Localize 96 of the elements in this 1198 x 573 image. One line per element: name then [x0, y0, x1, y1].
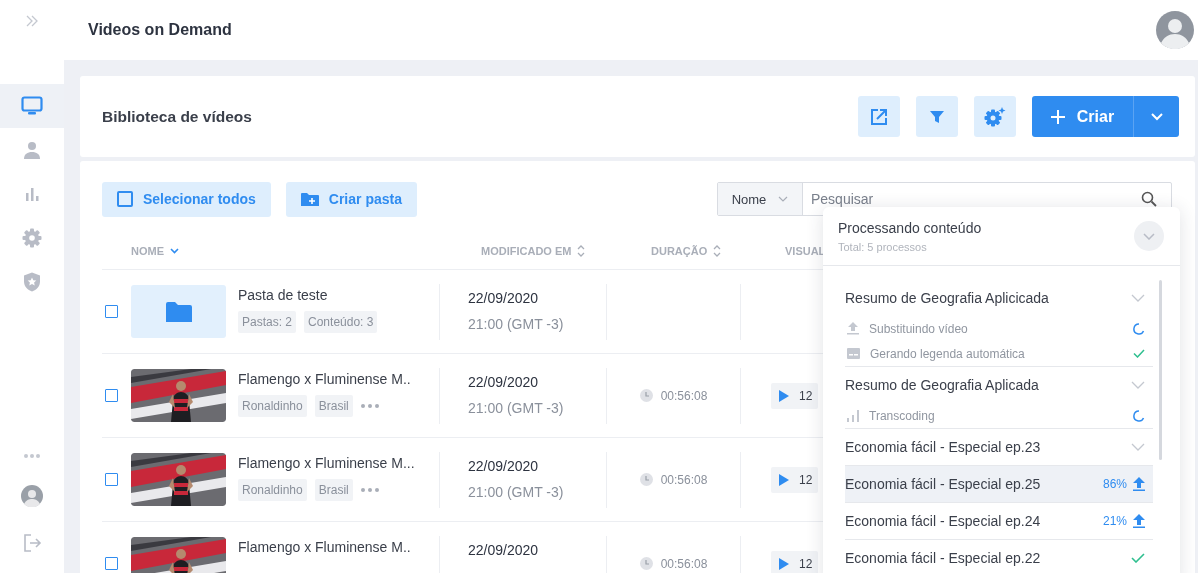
process-title: Economia fácil - Especial ep.22 — [845, 550, 1041, 566]
filter-icon — [929, 108, 945, 125]
person-icon — [23, 141, 41, 159]
view-count: 12 — [799, 556, 813, 571]
process-step: Substituindo vídeo — [869, 321, 968, 336]
process-row[interactable]: Economia fácil - Especial ep.23 — [845, 429, 1153, 465]
more-icon[interactable] — [23, 453, 41, 459]
clock-icon — [639, 557, 653, 570]
check-icon — [1131, 553, 1145, 563]
more-icon[interactable] — [360, 487, 379, 492]
process-row[interactable]: Resumo de Geografia Aplicada — [845, 367, 1153, 403]
external-link-icon — [869, 106, 889, 127]
nav-item[interactable] — [0, 84, 64, 128]
row-checkbox[interactable] — [105, 389, 118, 402]
settings-icon — [22, 228, 42, 248]
shield-icon — [23, 272, 41, 292]
chevron-down-icon — [1143, 232, 1155, 240]
row-checkbox[interactable] — [105, 305, 118, 318]
modified-time: 21:00 (GMT -3) — [468, 483, 565, 500]
signal-bars-icon — [847, 409, 859, 422]
chevron-down-icon — [1150, 112, 1163, 121]
process-row[interactable]: Economia fácil - Especial ep.25 86% — [845, 466, 1153, 502]
play-icon — [779, 389, 789, 402]
view-count: 12 — [799, 388, 813, 403]
process-step: Gerando legenda automática — [870, 346, 1025, 361]
tag: Pastas: 2 — [238, 310, 297, 333]
clock-icon — [639, 473, 653, 486]
process-title: Resumo de Geografia Aplicicada — [845, 290, 1049, 306]
export-button[interactable] — [858, 96, 900, 137]
folder-icon — [165, 301, 192, 322]
modified-date: 22/09/2020 — [468, 289, 540, 306]
upload-icon — [847, 322, 859, 335]
logout-icon[interactable] — [22, 533, 42, 553]
checkbox-icon — [117, 191, 133, 207]
avatar[interactable] — [1156, 11, 1194, 49]
plus-icon — [1050, 109, 1065, 124]
modified-date: 22/09/2020 — [468, 373, 540, 390]
row-checkbox[interactable] — [105, 473, 118, 486]
view-count: 12 — [799, 472, 813, 487]
row-checkbox[interactable] — [105, 557, 118, 570]
sort-down-icon[interactable] — [170, 248, 179, 254]
process-row[interactable]: Resumo de Geografia Aplicicada — [845, 280, 1153, 316]
subtitles-icon — [847, 348, 860, 359]
process-title: Economia fácil - Especial ep.24 — [845, 513, 1041, 529]
chevron-down-icon[interactable] — [1131, 294, 1145, 302]
modified-date: 22/09/2020 — [468, 457, 540, 474]
dropdown-button[interactable] — [1134, 96, 1179, 137]
sort-icon[interactable] — [577, 245, 586, 257]
upload-progress: 86% — [1102, 477, 1127, 491]
tag: Brasil — [314, 478, 353, 501]
expand-icon[interactable] — [25, 14, 39, 28]
monitor-icon — [21, 96, 43, 116]
chevron-down-icon[interactable] — [1131, 381, 1145, 389]
process-row[interactable]: Economia fácil - Especial ep.22 — [845, 540, 1153, 573]
play-icon — [779, 473, 789, 486]
more-icon[interactable] — [360, 403, 379, 408]
tag: Conteúdo: 3 — [304, 310, 378, 333]
search-icon[interactable] — [1141, 191, 1157, 207]
item-title[interactable]: Flamengo x Fluminense M... — [238, 454, 439, 471]
process-step: Transcoding — [869, 408, 935, 423]
settings-button[interactable] — [974, 96, 1016, 137]
page-title: Videos on Demand — [88, 21, 232, 39]
modified-time: 21:00 (GMT -3) — [468, 399, 565, 416]
duration: 00:56:08 — [660, 556, 708, 571]
item-title[interactable]: Pasta de teste — [238, 286, 439, 303]
library-title: Biblioteca de vídeos — [102, 107, 252, 126]
duration: 00:56:08 — [660, 472, 708, 487]
avatar[interactable] — [21, 485, 43, 507]
item-title[interactable]: Flamengo x Fluminense M.. — [238, 370, 439, 387]
popup-title: Processando conteúdo — [838, 219, 982, 236]
collapse-button[interactable] — [1134, 221, 1164, 251]
popup-subtitle: Total: 5 processos — [838, 240, 928, 253]
bar-chart-icon — [24, 186, 40, 202]
process-title: Resumo de Geografia Aplicada — [845, 377, 1039, 393]
play-icon — [779, 557, 789, 570]
search-filter-dropdown[interactable]: Nome — [718, 183, 803, 215]
folder-plus-icon — [300, 191, 319, 207]
process-title: Economia fácil - Especial ep.23 — [845, 439, 1041, 455]
modified-date: 22/09/2020 — [468, 541, 540, 558]
tag: Brasil — [314, 394, 353, 417]
process-title: Economia fácil - Especial ep.25 — [845, 476, 1041, 492]
tag: Ronaldinho — [238, 478, 307, 501]
modified-time: 21:00 (GMT -3) — [468, 315, 565, 332]
upload-progress: 21% — [1102, 514, 1127, 528]
sort-icon[interactable] — [713, 245, 722, 257]
process-row[interactable]: Economia fácil - Especial ep.24 21% — [845, 503, 1153, 539]
tag: Ronaldinho — [238, 394, 307, 417]
item-title[interactable]: Flamengo x Fluminense M.. — [238, 538, 439, 555]
filter-button[interactable] — [916, 96, 958, 137]
duration: 00:56:08 — [660, 388, 708, 403]
chevron-down-icon — [778, 196, 789, 202]
clock-icon — [639, 389, 653, 402]
chevron-down-icon[interactable] — [1131, 443, 1145, 451]
upload-icon — [1133, 477, 1145, 491]
gear-sparkle-icon — [983, 105, 1007, 128]
upload-icon — [1133, 514, 1145, 528]
